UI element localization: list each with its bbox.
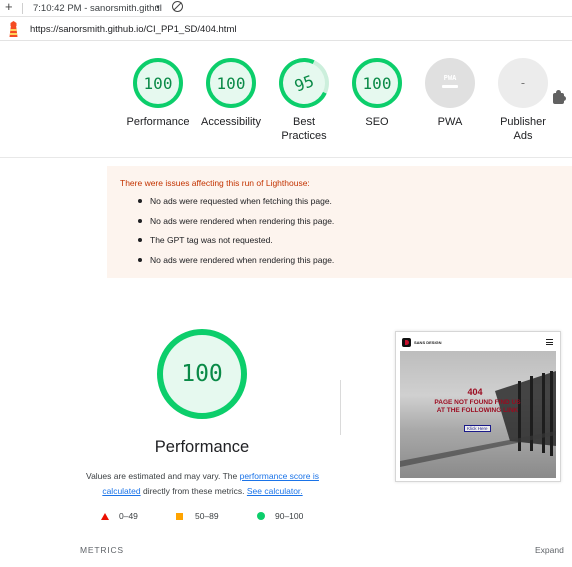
click-here-button: Klick Here xyxy=(464,425,491,432)
legend-label: 0–49 xyxy=(119,511,138,521)
gauge-label: SEO xyxy=(365,116,389,128)
url-bar: https://sanorsmith.github.io/CI_PP1_SD/4… xyxy=(0,17,572,41)
warning-list: No ads were requested when fetching this… xyxy=(137,196,334,275)
performance-note: Values are estimated and may vary. The p… xyxy=(80,469,325,499)
legend-label: 50–89 xyxy=(195,511,219,521)
metrics-heading: METRICS xyxy=(80,545,124,555)
screenshot-frame: SANS DESIGN 404 PAGE NOT FOUND FIND US A… xyxy=(400,335,556,478)
pwa-mark-text: PWA xyxy=(443,74,457,82)
gauge-label: Performance xyxy=(126,116,190,128)
error-message: PAGE NOT FOUND FIND US AT THE FOLLOWING … xyxy=(434,399,521,414)
error-code: 404 xyxy=(467,387,483,397)
page-url[interactable]: https://sanorsmith.github.io/CI_PP1_SD/4… xyxy=(30,24,236,35)
gauge-best-practices[interactable]: 95 Best Practices xyxy=(264,50,344,143)
clear-icon[interactable] xyxy=(172,1,183,12)
score-ring: 95 xyxy=(271,50,337,116)
report-selector[interactable]: 7:10:42 PM - sanorsmith.githul xyxy=(33,3,162,14)
score-ring: 100 xyxy=(206,58,256,108)
list-item: No ads were rendered when rendering this… xyxy=(137,255,334,275)
lighthouse-icon xyxy=(9,21,18,37)
puzzle-icon xyxy=(548,88,568,108)
score-ring: - xyxy=(498,58,548,108)
score-ring: 100 xyxy=(352,58,402,108)
performance-title: Performance xyxy=(154,438,250,456)
list-item: No ads were requested when fetching this… xyxy=(137,196,334,216)
circle-icon xyxy=(257,512,265,520)
see-calculator-link[interactable]: See calculator. xyxy=(247,486,303,496)
pwa-icon: PWA xyxy=(439,74,461,92)
score-value: - xyxy=(519,76,527,90)
hamburger-menu-icon xyxy=(546,339,553,345)
gauge-pwa[interactable]: PWA PWA xyxy=(410,58,490,129)
browser-toolbar: + 7:10:42 PM - sanorsmith.githul ▾ xyxy=(0,0,572,17)
brand-name: SANS DESIGN xyxy=(414,340,442,345)
toolbar-separator xyxy=(22,3,23,14)
score-ring: 100 xyxy=(133,58,183,108)
square-icon xyxy=(176,513,183,520)
expand-view-button[interactable]: Expand xyxy=(535,545,564,555)
gauge-label: Publisher Ads xyxy=(500,116,546,142)
note-text: Values are estimated and may vary. The xyxy=(86,471,240,481)
triangle-icon xyxy=(101,513,109,520)
note-text: directly from these metrics. xyxy=(140,486,247,496)
screenshot-nav: SANS DESIGN xyxy=(400,335,556,351)
performance-score-gauge: 100 xyxy=(157,329,247,419)
section-divider xyxy=(0,157,572,158)
gauge-publisher-ads[interactable]: - Publisher Ads xyxy=(483,58,568,143)
gauge-label: Best Practices xyxy=(281,116,327,142)
pwa-ring: PWA xyxy=(425,58,475,108)
gauge-label: PWA xyxy=(437,116,463,128)
list-item: No ads were rendered when rendering this… xyxy=(137,216,334,236)
gauge-label: Accessibility xyxy=(201,116,261,128)
warning-heading: There were issues affecting this run of … xyxy=(120,178,310,188)
warning-box: There were issues affecting this run of … xyxy=(107,166,572,278)
gauge-seo[interactable]: 100 SEO xyxy=(337,58,417,129)
gauge-accessibility[interactable]: 100 Accessibility xyxy=(191,58,271,129)
gauge-performance[interactable]: 100 Performance xyxy=(118,58,198,129)
new-tab-button[interactable]: + xyxy=(5,0,13,14)
chevron-down-icon[interactable]: ▾ xyxy=(156,3,160,11)
final-screenshot[interactable]: SANS DESIGN 404 PAGE NOT FOUND FIND US A… xyxy=(395,331,561,482)
brand-logo-icon xyxy=(402,338,411,347)
vertical-divider xyxy=(340,380,341,435)
legend-label: 90–100 xyxy=(275,511,304,521)
pwa-mark-bar xyxy=(442,85,458,88)
list-item: The GPT tag was not requested. xyxy=(137,235,334,255)
